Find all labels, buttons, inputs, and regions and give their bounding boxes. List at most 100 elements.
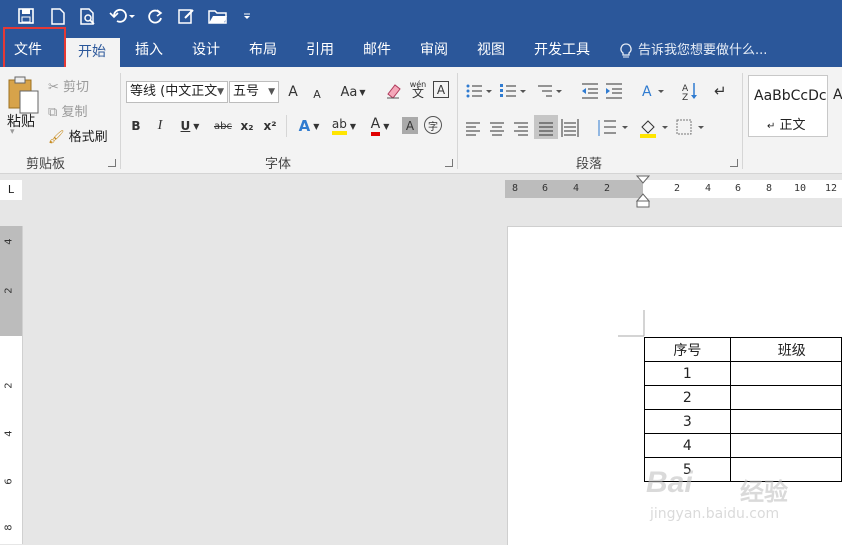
change-case-label: Aa <box>340 84 358 100</box>
tab-review[interactable]: 审阅 <box>409 34 459 67</box>
table-row: 1 <box>644 361 842 386</box>
phonetic-guide-button[interactable]: wén 文 <box>408 79 428 99</box>
redo-icon[interactable] <box>146 6 166 26</box>
tab-insert[interactable]: 插入 <box>124 34 174 67</box>
enclose-characters-button[interactable]: 字 <box>424 116 442 134</box>
table-row: 2 <box>644 385 842 410</box>
indent-markers[interactable] <box>636 175 650 209</box>
style-next[interactable]: A <box>833 87 842 103</box>
table-header-cell[interactable]: 序号 <box>644 337 731 362</box>
character-border-button[interactable]: A <box>433 81 449 98</box>
tab-developer[interactable]: 开发工具 <box>526 34 598 67</box>
table-cell[interactable] <box>729 433 842 458</box>
open-folder-icon[interactable] <box>207 6 229 26</box>
watermark-brand2: 经验 <box>740 478 788 506</box>
clipboard-launcher-icon[interactable] <box>108 159 116 167</box>
ruler-tick: 2 <box>3 287 15 294</box>
lightbulb-icon <box>620 42 632 57</box>
print-preview-icon[interactable] <box>78 6 98 26</box>
character-shading-button[interactable]: A <box>402 117 418 134</box>
shading-icon <box>640 120 668 138</box>
table-cell[interactable] <box>729 409 842 434</box>
cut-label: 剪切 <box>63 80 90 95</box>
font-size-select[interactable]: 五号 ▼ <box>229 81 279 103</box>
text-effects-button[interactable]: A ▼ <box>294 116 324 136</box>
table-cell[interactable]: 2 <box>644 385 731 410</box>
subscript-button[interactable]: x₂ <box>238 116 256 136</box>
ruler-tick: 8 <box>512 183 519 194</box>
font-launcher-icon[interactable] <box>445 159 453 167</box>
tab-selector[interactable]: L <box>0 180 22 200</box>
format-painter-button[interactable]: 🖌 格式刷 <box>48 126 108 145</box>
font-size-value: 五号 <box>233 84 260 99</box>
table-cell[interactable]: 1 <box>644 361 731 386</box>
sort-icon: A Z <box>682 83 697 103</box>
tell-me-label: 告诉我您想要做什么... <box>638 43 768 58</box>
chevron-down-icon: ▼ <box>349 121 357 131</box>
table-header-cell[interactable]: 班级 <box>729 337 842 362</box>
table-cell[interactable] <box>729 361 842 386</box>
tab-design[interactable]: 设计 <box>181 34 231 67</box>
underline-button[interactable]: U ▼ <box>176 116 204 136</box>
chevron-down-icon: ▼ <box>193 121 200 131</box>
line-spacing-icon <box>598 120 628 136</box>
paste-icon[interactable] <box>6 75 42 115</box>
scissors-icon: ✂ <box>48 80 59 95</box>
change-case-button[interactable]: Aa ▼ <box>338 82 368 102</box>
shrink-font-button[interactable]: A <box>309 84 325 104</box>
font-name-select[interactable]: 等线 (中文正文 ▼ <box>126 81 228 103</box>
font-group-label: 字体 <box>265 157 292 172</box>
undo-icon[interactable] <box>108 6 136 26</box>
tab-mailings[interactable]: 邮件 <box>352 34 402 67</box>
superscript-button[interactable]: x² <box>261 116 279 136</box>
phonetic-char: 文 <box>411 86 424 100</box>
numbering-icon <box>500 84 526 97</box>
ruler-tick: 6 <box>3 478 15 485</box>
table-cell[interactable]: 4 <box>644 433 731 458</box>
ruler-tick: 8 <box>766 183 773 194</box>
style-normal[interactable]: AaBbCcDc ↵ 正文 <box>748 75 828 137</box>
new-doc-icon[interactable] <box>48 6 68 26</box>
ruler-tick: 8 <box>3 524 15 531</box>
tab-layout[interactable]: 布局 <box>238 34 288 67</box>
cut-button[interactable]: ✂ 剪切 <box>48 76 89 95</box>
grow-font-button[interactable]: A <box>284 82 302 102</box>
style-name-label: 正文 <box>779 118 806 133</box>
copy-button[interactable]: ⧉ 复制 <box>48 101 87 120</box>
save-icon[interactable] <box>16 6 36 26</box>
ribbon-tabs: 文件 开始 插入 设计 布局 引用 邮件 审阅 视图 开发工具 告诉我您想要做什… <box>0 34 842 67</box>
ruler-tick: 2 <box>3 382 15 389</box>
paragraph-launcher-icon[interactable] <box>730 159 738 167</box>
edit-icon[interactable] <box>176 6 196 26</box>
font-color-button[interactable]: A ▼ <box>364 116 396 136</box>
tell-me-search[interactable]: 告诉我您想要做什么... <box>620 34 767 67</box>
ruler-tick: 6 <box>735 183 742 194</box>
table-cell[interactable]: 3 <box>644 409 731 434</box>
margin-corner-mark <box>618 310 645 337</box>
tab-view[interactable]: 视图 <box>466 34 516 67</box>
svg-text:↵: ↵ <box>714 82 727 100</box>
chevron-down-icon: ▼ <box>313 121 320 131</box>
italic-button[interactable]: I <box>152 116 168 136</box>
brush-icon: 🖌 <box>48 130 65 145</box>
document-table[interactable]: 序号 班级 1 2 3 4 5 <box>644 337 842 482</box>
bold-button[interactable]: B <box>128 116 144 136</box>
align-center-icon <box>490 122 504 136</box>
separator <box>286 115 287 137</box>
strikethrough-button[interactable]: abc <box>212 116 234 136</box>
paste-dropdown-icon[interactable]: ▾ <box>10 127 15 137</box>
clear-format-icon[interactable] <box>385 82 403 100</box>
tab-home[interactable]: 开始 <box>64 38 120 67</box>
paragraph-group-label: 段落 <box>576 157 603 172</box>
style-name: ↵ 正文 <box>767 114 806 133</box>
table-header-row: 序号 班级 <box>644 337 842 362</box>
table-cell[interactable] <box>729 385 842 410</box>
table-row: 4 <box>644 433 842 458</box>
highlight-button[interactable]: ab ▼ <box>327 116 361 136</box>
ruler-tick: 4 <box>3 430 15 437</box>
tab-references[interactable]: 引用 <box>295 34 345 67</box>
table-row: 3 <box>644 409 842 434</box>
ruler-tick: 4 <box>573 183 580 194</box>
quick-access-toolbar <box>0 0 842 34</box>
customize-icon[interactable] <box>240 6 254 26</box>
